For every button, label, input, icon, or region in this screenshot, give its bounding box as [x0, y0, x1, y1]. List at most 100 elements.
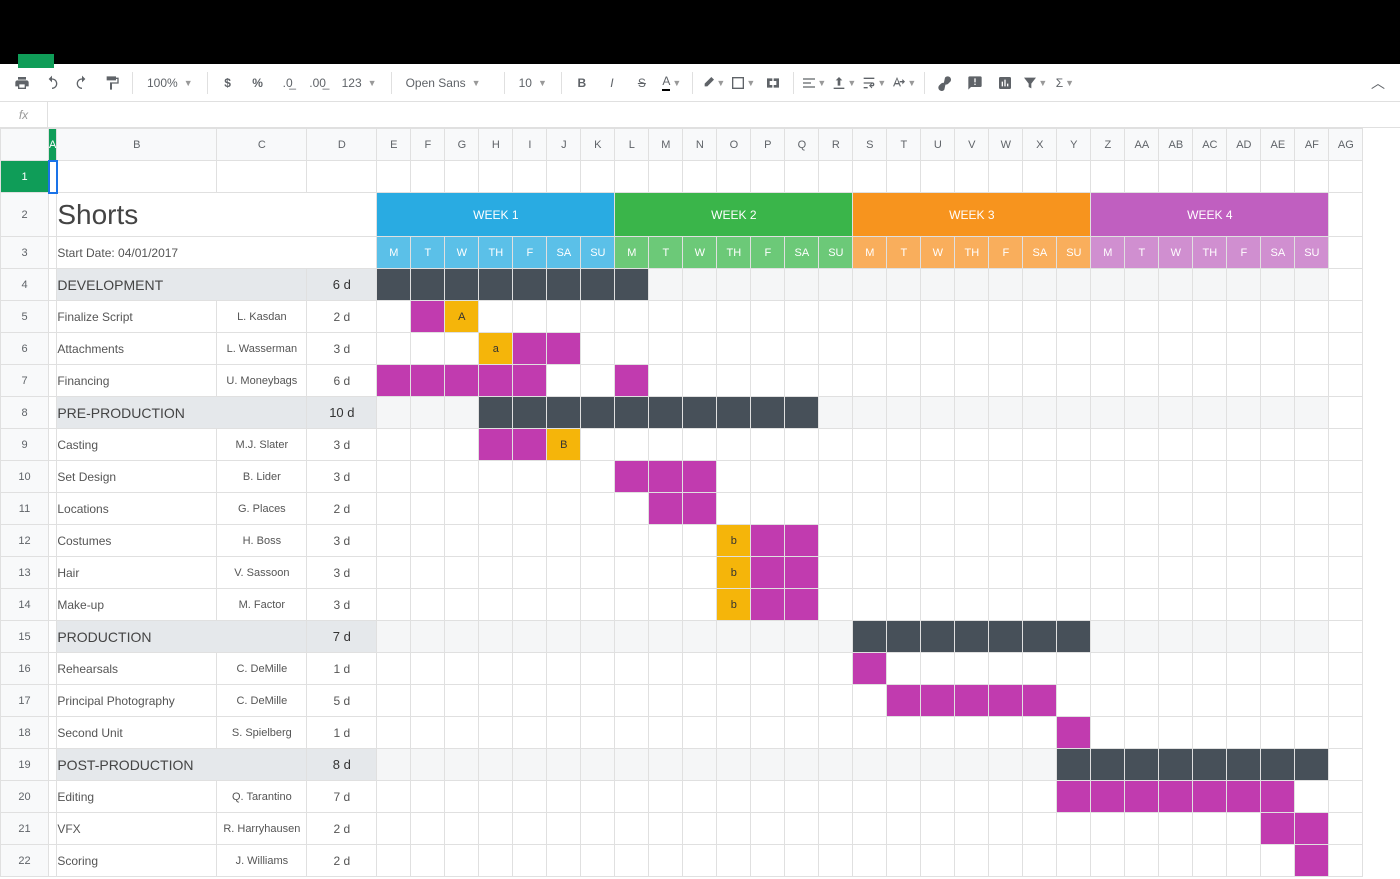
- gantt-cell[interactable]: [887, 525, 921, 557]
- gantt-cell[interactable]: [1159, 845, 1193, 877]
- gantt-cell[interactable]: [1193, 621, 1227, 653]
- gantt-cell[interactable]: [1159, 429, 1193, 461]
- gantt-cell[interactable]: [1193, 589, 1227, 621]
- gantt-cell[interactable]: [513, 397, 547, 429]
- gantt-cell[interactable]: [1091, 525, 1125, 557]
- day-header[interactable]: F: [751, 237, 785, 269]
- decrease-decimal-icon[interactable]: .0̲: [274, 69, 302, 97]
- day-header[interactable]: SU: [1295, 237, 1329, 269]
- gantt-cell[interactable]: [751, 493, 785, 525]
- gantt-cell[interactable]: [955, 589, 989, 621]
- gantt-cell[interactable]: [411, 653, 445, 685]
- gantt-cell[interactable]: [921, 493, 955, 525]
- day-header[interactable]: TH: [717, 237, 751, 269]
- gantt-cell[interactable]: [1193, 557, 1227, 589]
- gantt-cell[interactable]: [445, 429, 479, 461]
- task-owner[interactable]: J. Williams: [217, 845, 307, 877]
- gantt-cell[interactable]: [1295, 429, 1329, 461]
- row-header-13[interactable]: 13: [1, 557, 49, 589]
- gantt-cell[interactable]: [955, 653, 989, 685]
- gantt-cell[interactable]: [1125, 589, 1159, 621]
- gantt-cell[interactable]: [955, 557, 989, 589]
- gantt-cell[interactable]: [513, 685, 547, 717]
- gantt-cell[interactable]: [615, 461, 649, 493]
- gantt-cell[interactable]: [1023, 557, 1057, 589]
- gantt-cell[interactable]: [1193, 525, 1227, 557]
- gantt-cell[interactable]: [819, 685, 853, 717]
- gantt-cell[interactable]: [1023, 813, 1057, 845]
- gantt-cell[interactable]: [1159, 685, 1193, 717]
- gantt-cell[interactable]: [547, 525, 581, 557]
- gantt-cell[interactable]: [853, 493, 887, 525]
- gantt-cell[interactable]: [445, 845, 479, 877]
- gantt-cell[interactable]: [1023, 365, 1057, 397]
- gantt-cell[interactable]: [989, 269, 1023, 301]
- gantt-cell[interactable]: [479, 557, 513, 589]
- gantt-cell[interactable]: [479, 685, 513, 717]
- gantt-cell[interactable]: [853, 621, 887, 653]
- gantt-cell[interactable]: [1023, 461, 1057, 493]
- gantt-cell[interactable]: [819, 333, 853, 365]
- gantt-cell[interactable]: [445, 333, 479, 365]
- day-header[interactable]: F: [989, 237, 1023, 269]
- gantt-cell[interactable]: [1023, 845, 1057, 877]
- gantt-cell[interactable]: [445, 685, 479, 717]
- col-header-J[interactable]: J: [547, 129, 581, 161]
- gantt-cell[interactable]: [1159, 653, 1193, 685]
- gantt-cell[interactable]: [785, 525, 819, 557]
- gantt-cell[interactable]: [1193, 269, 1227, 301]
- gantt-cell[interactable]: [751, 717, 785, 749]
- gantt-cell[interactable]: [411, 813, 445, 845]
- gantt-cell[interactable]: [615, 589, 649, 621]
- gantt-cell[interactable]: [853, 845, 887, 877]
- gantt-cell[interactable]: [581, 365, 615, 397]
- gantt-cell[interactable]: [989, 653, 1023, 685]
- gantt-cell[interactable]: [1227, 525, 1261, 557]
- increase-decimal-icon[interactable]: .00̲: [304, 69, 332, 97]
- font-dropdown[interactable]: Open Sans▼: [398, 69, 498, 97]
- gantt-cell[interactable]: [479, 365, 513, 397]
- percent-icon[interactable]: %: [244, 69, 272, 97]
- gantt-cell[interactable]: [581, 653, 615, 685]
- gantt-cell[interactable]: [1057, 845, 1091, 877]
- gantt-cell[interactable]: [921, 301, 955, 333]
- day-header[interactable]: SU: [1057, 237, 1091, 269]
- gantt-cell[interactable]: [1125, 461, 1159, 493]
- gantt-cell[interactable]: [513, 333, 547, 365]
- strikethrough-icon[interactable]: S: [628, 69, 656, 97]
- col-header-AA[interactable]: AA: [1125, 129, 1159, 161]
- gantt-cell[interactable]: [1261, 461, 1295, 493]
- gantt-cell[interactable]: [615, 557, 649, 589]
- gantt-cell[interactable]: [445, 621, 479, 653]
- gantt-cell[interactable]: [1091, 685, 1125, 717]
- gantt-cell[interactable]: [717, 781, 751, 813]
- gantt-cell[interactable]: [1057, 589, 1091, 621]
- undo-icon[interactable]: [38, 69, 66, 97]
- gantt-cell[interactable]: [785, 557, 819, 589]
- gantt-cell[interactable]: [1193, 717, 1227, 749]
- gantt-cell[interactable]: [1091, 557, 1125, 589]
- gantt-cell[interactable]: [853, 365, 887, 397]
- task-duration[interactable]: 3 d: [307, 525, 377, 557]
- text-rotate-icon[interactable]: ▼: [890, 69, 918, 97]
- gantt-cell[interactable]: [1159, 589, 1193, 621]
- gantt-cell[interactable]: [1159, 333, 1193, 365]
- gantt-cell[interactable]: [547, 269, 581, 301]
- gantt-cell[interactable]: [717, 717, 751, 749]
- gantt-cell[interactable]: [989, 461, 1023, 493]
- gantt-cell[interactable]: [751, 557, 785, 589]
- gantt-cell[interactable]: [921, 397, 955, 429]
- row-header-12[interactable]: 12: [1, 525, 49, 557]
- gantt-cell[interactable]: [853, 749, 887, 781]
- gantt-cell[interactable]: [1261, 301, 1295, 333]
- gantt-cell[interactable]: [581, 813, 615, 845]
- gantt-cell[interactable]: [1023, 717, 1057, 749]
- gantt-cell[interactable]: [649, 365, 683, 397]
- day-header[interactable]: W: [1159, 237, 1193, 269]
- gantt-cell[interactable]: [853, 589, 887, 621]
- gantt-cell[interactable]: [785, 589, 819, 621]
- gantt-cell[interactable]: [955, 461, 989, 493]
- col-header-G[interactable]: G: [445, 129, 479, 161]
- gantt-cell[interactable]: [649, 333, 683, 365]
- col-header-AG[interactable]: AG: [1329, 129, 1363, 161]
